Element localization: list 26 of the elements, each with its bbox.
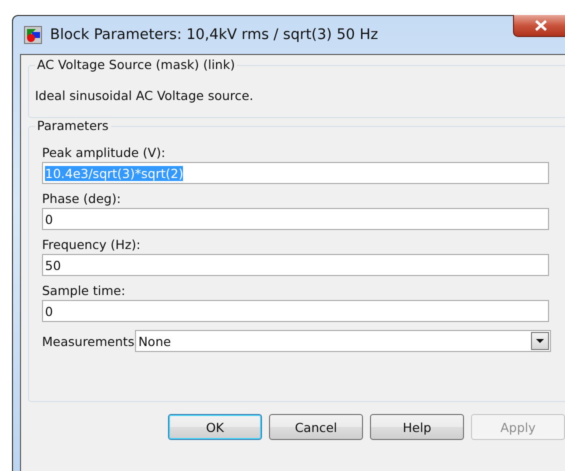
field-value: 0 bbox=[45, 304, 53, 318]
field-value: None bbox=[138, 334, 171, 348]
caret-icon bbox=[536, 339, 544, 343]
field-value: 50 bbox=[45, 258, 61, 272]
dialog-button[interactable]: OK bbox=[168, 414, 262, 440]
close-icon bbox=[535, 20, 547, 31]
dialog-button[interactable]: Help bbox=[370, 414, 464, 440]
app-icon bbox=[24, 26, 42, 44]
input-field[interactable]: 50 bbox=[42, 254, 549, 276]
dropdown-field[interactable]: None bbox=[135, 330, 552, 352]
field-value: 0 bbox=[45, 212, 53, 226]
group-title: AC Voltage Source (mask) (link) bbox=[35, 57, 237, 72]
field-label: Phase (deg): bbox=[42, 191, 122, 206]
dialog-button[interactable]: Cancel bbox=[269, 414, 363, 440]
input-field[interactable]: 0 bbox=[42, 300, 549, 322]
input-field[interactable]: 0 bbox=[42, 208, 549, 230]
window-title: Block Parameters: 10,4kV rms / sqrt(3) 50 Hz bbox=[50, 27, 378, 43]
field-label: Frequency (Hz): bbox=[42, 237, 142, 252]
group-title: Parameters bbox=[35, 118, 111, 133]
field-value: 10.4e3/sqrt(3)*sqrt(2) bbox=[45, 166, 184, 180]
field-label: Peak amplitude (V): bbox=[42, 145, 166, 160]
close-button[interactable] bbox=[513, 15, 565, 37]
field-label: Sample time: bbox=[42, 283, 126, 298]
dropdown-button[interactable] bbox=[531, 332, 550, 350]
field-label: Measurements bbox=[42, 334, 134, 348]
description-text: Ideal sinusoidal AC Voltage source. bbox=[35, 88, 254, 103]
